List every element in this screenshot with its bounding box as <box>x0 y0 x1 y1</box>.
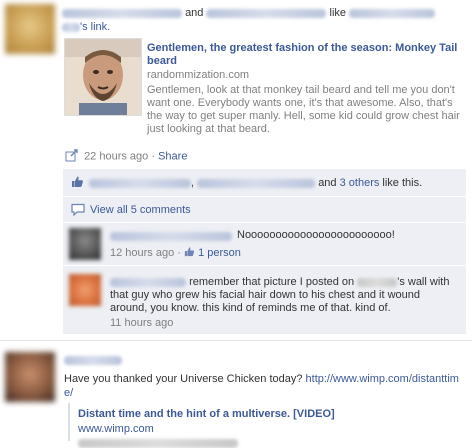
attachment-title[interactable]: Gentlemen, the greatest fashion of the s… <box>147 42 467 68</box>
likes-row: , and 3 others like this. <box>63 169 466 196</box>
attachment-domain[interactable]: www.wimp.com <box>78 423 154 435</box>
story-meta: 22 hours ago · Share <box>65 148 187 165</box>
comment-item: remember that picture I posted on 's wal… <box>63 266 466 334</box>
commenter-name[interactable] <box>110 277 186 287</box>
avatar[interactable] <box>5 352 55 402</box>
comment-time[interactable]: 12 hours ago <box>110 247 174 259</box>
likes-comma: , <box>191 177 195 189</box>
attachment-description: Gentlemen, look at that monkey tail bear… <box>147 84 460 135</box>
like-small-icon <box>184 246 195 260</box>
comment-icon <box>71 203 85 219</box>
story-headline: and like 's link. <box>62 6 462 34</box>
status-text: Have you thanked your Universe Chicken t… <box>64 372 464 400</box>
actor-name-1[interactable] <box>62 8 182 18</box>
comment-meta: 12 hours ago · 1 person <box>110 246 241 260</box>
actor-name[interactable] <box>64 356 122 365</box>
mentioned-name[interactable] <box>357 277 398 287</box>
verb-like: like <box>329 7 347 19</box>
share-link[interactable]: Share <box>158 150 187 162</box>
status-message: Have you thanked your Universe Chicken t… <box>64 373 303 385</box>
timestamp[interactable]: 22 hours ago <box>84 150 148 162</box>
view-all-comments-row[interactable]: View all 5 comments <box>63 197 466 222</box>
owner-name-cont[interactable] <box>62 22 80 32</box>
comment-text-part1: remember that picture I posted on <box>189 276 355 288</box>
attachment-domain: randommization.com <box>147 69 250 81</box>
comment-text: remember that picture I posted on 's wal… <box>110 276 460 315</box>
commenter-name[interactable] <box>110 232 232 241</box>
conjunction-and: and <box>185 7 204 19</box>
commenter-avatar[interactable] <box>69 274 101 306</box>
view-all-comments-link[interactable]: View all 5 comments <box>90 204 191 216</box>
liker-name-1[interactable] <box>89 178 191 188</box>
bearded-man-photo <box>65 39 141 115</box>
avatar[interactable] <box>5 4 55 54</box>
attachment-quote-bar <box>68 403 70 441</box>
attachment-description-cut <box>78 439 238 448</box>
attachment-thumbnail[interactable] <box>64 38 142 116</box>
comment-text: Noooooooooooooooooooooooo! <box>237 229 395 241</box>
actor-name-2[interactable] <box>206 8 327 18</box>
comment-likes-link[interactable]: 1 person <box>198 247 241 259</box>
commenter-avatar[interactable] <box>69 228 101 260</box>
liker-name-2[interactable] <box>197 178 316 188</box>
owner-name[interactable] <box>349 8 436 18</box>
thumbs-up-icon <box>71 175 84 191</box>
meta-dot: · <box>151 150 156 163</box>
link-reference[interactable]: 's link. <box>80 21 110 33</box>
comment-time[interactable]: 11 hours ago <box>110 317 173 329</box>
comment-item: Noooooooooooooooooooooooo! 12 hours ago … <box>63 223 466 265</box>
likes-others-link[interactable]: 3 others <box>340 177 380 189</box>
share-icon <box>65 148 81 165</box>
story-divider <box>0 340 472 341</box>
likes-and: and <box>318 177 337 189</box>
likes-suffix: like this. <box>382 177 423 189</box>
attachment-title[interactable]: Distant time and the hint of a multivers… <box>78 408 335 420</box>
